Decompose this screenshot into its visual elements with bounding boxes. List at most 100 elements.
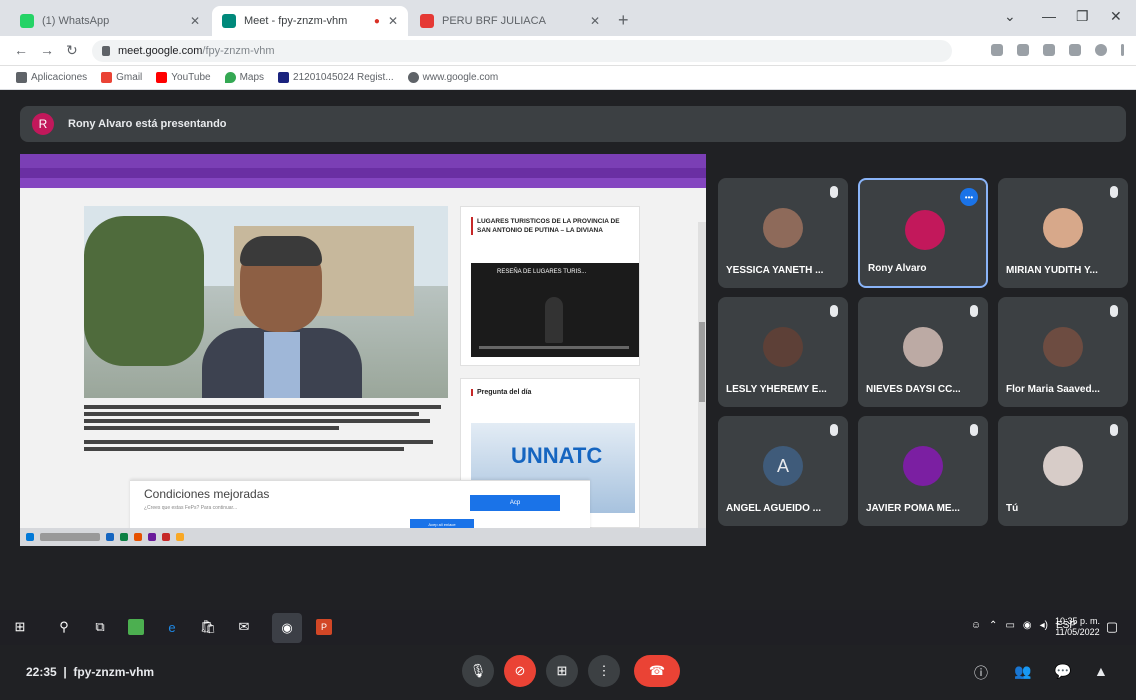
tab-label: (1) WhatsApp [42,15,110,27]
store-icon[interactable]: 🛍 [200,619,217,635]
video-progress-bar [479,346,629,349]
participant-name: MIRIAN YUDITH Y... [1006,265,1098,276]
task-view-icon[interactable]: ⧉ [92,619,108,635]
video-figure [545,297,563,343]
cookie-text: ¿Crees que estas FePs? Para continuar... [144,505,238,511]
avatar [1043,327,1083,367]
avatar [763,327,803,367]
more-options-icon[interactable]: ••• [960,188,978,206]
mic-icon [830,305,838,317]
close-icon[interactable]: ✕ [190,14,200,28]
share-icon[interactable] [1017,44,1029,56]
more-options-button[interactable]: ⋮ [588,655,620,687]
shared-webpage: LUGARES TURISTICOS DE LA PROVINCIA DE SA… [20,188,706,546]
participant-tile[interactable]: Flor Maria Saaved... [998,297,1128,407]
presenting-banner: R Rony Alvaro está presentando [20,106,1126,142]
bookmark-maps[interactable]: Maps [224,72,264,83]
extension-icons [991,44,1124,56]
browser-tab-bar: (1) WhatsApp ✕ Meet - fpy-znzm-vhm ● ✕ P… [0,0,1136,36]
notifications-icon[interactable]: ▢ [1104,619,1120,635]
camera-off-icon: ⊘ [514,663,526,678]
participant-tile[interactable]: Tú [998,416,1128,526]
chrome-taskbar-icon[interactable]: ◉ [272,613,302,643]
profile-avatar[interactable] [1095,44,1107,56]
present-button[interactable]: ⊞ [546,655,578,687]
taskbar-time: 10:35 p. m. [1054,616,1100,626]
bookmark-register[interactable]: 21201045024 Regist... [278,72,394,83]
participant-tile[interactable]: ••• Rony Alvaro [858,178,988,288]
edge-icon[interactable]: e [164,619,180,635]
microphone-button[interactable]: 🎙 [462,655,494,687]
shared-address-bar [20,168,706,178]
bookmark-apps[interactable]: Aplicaciones [16,72,87,83]
participant-tile[interactable]: LESLY YHEREMY E... [718,297,848,407]
recording-dot-icon: ● [373,15,380,27]
url-input[interactable]: meet.google.com /fpy-znzm-vhm [92,40,952,62]
bookmarks-bar: Aplicaciones Gmail YouTube Maps 21201045… [0,66,1136,90]
close-window-button[interactable]: ✕ [1110,8,1122,25]
chevron-up-icon[interactable]: ⌃ [989,620,997,631]
mail-icon[interactable]: ✉ [236,619,252,635]
activities-button[interactable]: ▲ [1094,663,1108,679]
bookmark-gmail[interactable]: Gmail [101,72,142,83]
participant-tile[interactable]: A ANGEL AGUEIDO ... [718,416,848,526]
embedded-video[interactable]: RESEÑA DE LUGARES TURIS... [471,263,639,357]
question-image-text: UNNATC [511,443,603,468]
tab-brf[interactable]: PERU BRF JULIACA ✕ [410,6,610,36]
whatsapp-icon [20,14,34,28]
bookmark-label: YouTube [171,72,211,83]
mic-icon [1110,186,1118,198]
tab-search-icon[interactable]: ⌄ [1004,8,1016,25]
participant-tile[interactable]: MIRIAN YUDITH Y... [998,178,1128,288]
avatar [1043,446,1083,486]
meeting-code: fpy-znzm-vhm [73,665,155,679]
meet-control-bar: 22:35 | fpy-znzm-vhm 🎙 ⊘ ⊞ ⋮ ☎ ⓘ 👥 💬 ▲ [0,645,1136,700]
article-text-lines [84,402,448,454]
search-icon[interactable]: ⚲ [56,619,72,635]
network-icon[interactable]: ◉ [1023,620,1032,631]
leave-call-button[interactable]: ☎ [634,655,680,687]
tab-meet[interactable]: Meet - fpy-znzm-vhm ● ✕ [212,6,408,36]
battery-icon[interactable]: ▭ [1005,620,1014,631]
person-icon[interactable]: ☺ [971,620,981,631]
participant-name: YESSICA YANETH ... [726,265,824,276]
reload-icon[interactable]: ↻ [66,42,78,59]
tab-whatsapp[interactable]: (1) WhatsApp ✕ [10,6,210,36]
powerpoint-icon[interactable]: P [316,619,332,635]
cookie-title: Condiciones mejoradas [144,487,270,501]
camera-off-button[interactable]: ⊘ [504,655,536,687]
participant-tile[interactable]: YESSICA YANETH ... [718,178,848,288]
present-icon: ⊞ [556,663,568,678]
avatar: A [763,446,803,486]
bookmark-google[interactable]: www.google.com [407,72,498,83]
avatar-letter: A [776,455,789,476]
minimize-button[interactable]: — [1042,8,1056,24]
windows-start-icon[interactable]: ⊞ [12,619,28,635]
app-icon[interactable] [128,619,144,635]
tourism-widget: LUGARES TURISTICOS DE LA PROVINCIA DE SA… [460,206,640,366]
participant-tile[interactable]: NIEVES DAYSI CC... [858,297,988,407]
maximize-button[interactable]: ❐ [1076,8,1089,25]
chat-button[interactable]: 💬 [1054,663,1071,680]
forward-icon[interactable]: → [40,42,54,58]
lock-icon [102,46,110,56]
windows-taskbar: ⊞ ⚲ ⧉ e 🛍 ✉ ◉ P ☺ ⌃ ▭ ◉ ◂) ESP 10:35 p. … [0,610,1136,645]
info-button[interactable]: ⓘ [974,663,988,683]
meeting-clock: 22:35 | fpy-znzm-vhm [26,665,155,679]
menu-icon[interactable] [1121,44,1124,56]
bookmark-youtube[interactable]: YouTube [156,72,211,83]
avatar [903,327,943,367]
sidebar-icon[interactable] [1069,44,1081,56]
address-bar-row: ← → ↻ meet.google.com /fpy-znzm-vhm [0,36,1136,66]
taskbar-clock[interactable]: 10:35 p. m. 11/05/2022 [1055,616,1100,638]
back-icon[interactable]: ← [14,42,28,58]
close-icon[interactable]: ✕ [388,14,398,28]
star-icon[interactable] [1043,44,1055,56]
camera-icon[interactable] [991,44,1003,56]
volume-icon[interactable]: ◂) [1040,620,1048,631]
new-tab-button[interactable]: + [618,10,629,31]
participant-tile[interactable]: JAVIER POMA ME... [858,416,988,526]
close-icon[interactable]: ✕ [590,14,600,28]
people-button[interactable]: 👥 [1014,663,1031,680]
shared-scrollbar [698,222,706,546]
